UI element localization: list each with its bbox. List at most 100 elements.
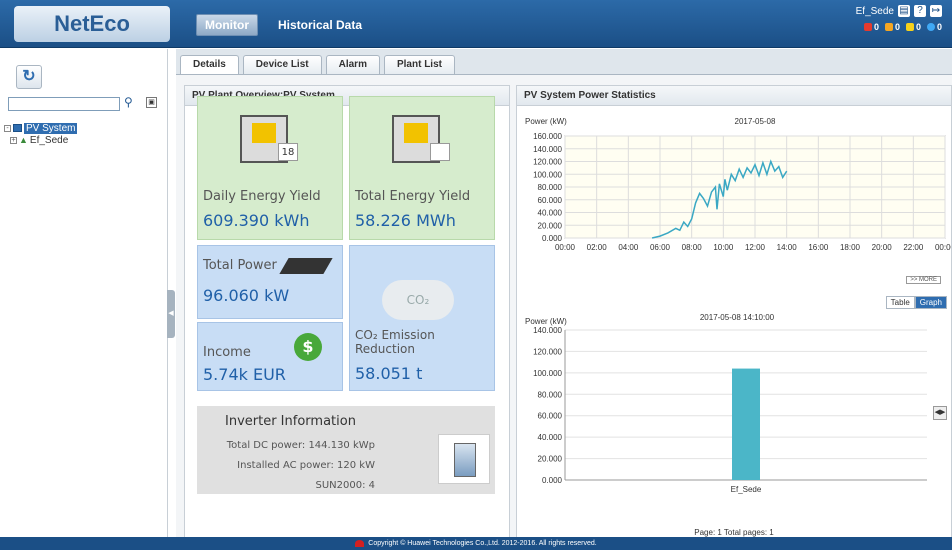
income-value: 5.74k EUR (203, 365, 286, 384)
dollar-icon: $ (294, 333, 322, 361)
co2-value: 58.051 t (355, 364, 423, 383)
pv-system-icon (13, 124, 22, 132)
y-tick-label: 40.000 (538, 433, 563, 442)
refresh-icon[interactable]: ↻ (16, 65, 42, 89)
y-tick-label: 20.000 (538, 221, 563, 230)
view-toggle: Table Graph (885, 296, 947, 309)
y-tick-label: 160.000 (533, 132, 562, 141)
logout-icon[interactable]: ↦ (930, 5, 942, 17)
x-tick-label: 22:00 (903, 243, 924, 252)
alarm-summary[interactable]: 0 0 0 0 (856, 22, 942, 32)
tree-node-ef-sede[interactable]: + ▲ Ef_Sede (4, 134, 77, 146)
chart-title: 2017-05-08 14:10:00 (700, 313, 775, 322)
daily-yield-label: Daily Energy Yield (203, 189, 321, 204)
search-icon[interactable]: ⚲ (124, 95, 133, 109)
search-input[interactable] (8, 97, 120, 111)
x-tick-label: 20:00 (872, 243, 893, 252)
total-yield-label: Total Energy Yield (355, 189, 471, 204)
graph-toggle[interactable]: Graph (914, 296, 947, 309)
help-icon[interactable]: ? (914, 5, 926, 17)
collapse-icon[interactable]: - (4, 124, 11, 132)
minor-alarm[interactable]: 0 (905, 22, 921, 32)
inverter-title: Inverter Information (225, 414, 356, 429)
x-tick-label: 02:00 (587, 243, 608, 252)
critical-alarm[interactable]: 0 (863, 22, 879, 32)
more-button[interactable]: >> MORE (906, 276, 941, 284)
locate-icon[interactable]: ▣ (146, 97, 157, 108)
tree-node-pv-system[interactable]: - PV System (4, 122, 78, 134)
total-power-value: 96.060 kW (203, 286, 290, 305)
major-alarm[interactable]: 0 (884, 22, 900, 32)
footer: Copyright © Huawei Technologies Co.,Ltd.… (0, 537, 952, 550)
user-area: Ef_Sede ▤ ? ↦ 0 0 0 0 (856, 5, 942, 32)
ac-power: Installed AC power: 120 kW (237, 460, 375, 471)
y-tick-label: 80.000 (538, 183, 563, 192)
y-tick-label: 40.000 (538, 209, 563, 218)
total-power-card: Total Power 96.060 kW (197, 245, 343, 319)
calendar-icon: 18 (278, 143, 298, 161)
warning-alarm-icon (926, 23, 935, 31)
tree-node-label[interactable]: Ef_Sede (30, 135, 68, 146)
total-yield-value: 58.226 MWh (355, 211, 456, 230)
chart-title: 2017-05-08 (735, 117, 776, 126)
inverter-icon[interactable] (438, 434, 490, 484)
y-tick-label: 120.000 (533, 158, 562, 167)
income-label: Income (203, 345, 251, 360)
x-tick-label: 10:00 (713, 243, 734, 252)
overview-panel: PV Plant Overview:PV System 18 Daily Ene… (184, 85, 510, 541)
y-tick-label: 60.000 (538, 412, 563, 421)
critical-alarm-icon (863, 23, 872, 31)
details-content: PV Plant Overview:PV System 18 Daily Ene… (176, 74, 952, 541)
total-power-label: Total Power (203, 258, 277, 273)
tab-alarm[interactable]: Alarm (325, 55, 380, 74)
daily-yield-card: 18 Daily Energy Yield 609.390 kWh (197, 96, 343, 240)
y-tick-label: 120.000 (533, 347, 562, 356)
historical-data-link[interactable]: Historical Data (278, 18, 362, 32)
y-tick-label: 140.000 (533, 326, 562, 335)
y-tick-label: 100.000 (533, 170, 562, 179)
left-panel: ↻ ⚲ ▣ - PV System + ▲ Ef_Sede (0, 49, 168, 537)
top-bar: NetEco Monitor Historical Data Ef_Sede ▤… (0, 0, 952, 48)
daily-yield-value: 609.390 kWh (203, 211, 310, 230)
tree-node-label[interactable]: PV System (24, 122, 78, 134)
tab-plant-list[interactable]: Plant List (383, 55, 455, 74)
inverter-info: Inverter Information Total DC power: 144… (197, 406, 495, 494)
x-tick-label: 18:00 (840, 243, 861, 252)
tab-bar: Details Device List Alarm Plant List (180, 55, 455, 75)
expand-icon[interactable]: + (10, 136, 17, 144)
lock-icon[interactable]: ▤ (898, 5, 910, 17)
income-card: Income $ 5.74k EUR (197, 322, 343, 391)
sun2000-count: SUN2000: 4 (315, 480, 375, 491)
username[interactable]: Ef_Sede (856, 6, 894, 17)
solar-panel-icon (279, 258, 333, 274)
y-axis-label: Power (kW) (525, 117, 567, 126)
x-tick-label: 06:00 (650, 243, 671, 252)
table-toggle[interactable]: Table (885, 296, 915, 309)
x-tick-label: 08:00 (682, 243, 703, 252)
tab-device-list[interactable]: Device List (242, 55, 322, 74)
x-tick-label: 16:00 (808, 243, 829, 252)
y-tick-label: 20.000 (538, 455, 563, 464)
cloud-icon: CO₂ (382, 280, 454, 320)
bar-ef-sede (732, 368, 760, 480)
sidebar-collapse-handle[interactable]: ◀ (167, 290, 175, 338)
minor-alarm-icon (905, 23, 914, 31)
x-tick-label: Ef_Sede (731, 485, 762, 494)
co2-label: CO₂ Emission Reduction (355, 328, 435, 356)
plant-icon: ▲ (19, 135, 28, 145)
y-tick-label: 0.000 (542, 234, 563, 243)
total-yield-card: Total Energy Yield 58.226 MWh (349, 96, 495, 240)
scroll-arrows-icon[interactable]: ◀▶ (933, 406, 947, 420)
main-area: Details Device List Alarm Plant List PV … (176, 49, 952, 541)
copyright-text: Copyright © Huawei Technologies Co.,Ltd.… (368, 540, 597, 547)
y-axis-label: Power (kW) (525, 317, 567, 326)
x-tick-label: 14:00 (777, 243, 798, 252)
monitor-button[interactable]: Monitor (196, 14, 258, 36)
warning-alarm[interactable]: 0 (926, 22, 942, 32)
line-chart: Power (kW) 2017-05-08 160.000 140.000 120.00… (525, 117, 951, 252)
y-tick-label: 100.000 (533, 369, 562, 378)
bar-chart: Power (kW) 2017-05-08 14:10:00 140.000 120.… (525, 313, 927, 494)
tab-details[interactable]: Details (180, 55, 239, 75)
huawei-logo-icon (355, 539, 365, 547)
dc-power: Total DC power: 144.130 kWp (226, 440, 375, 451)
